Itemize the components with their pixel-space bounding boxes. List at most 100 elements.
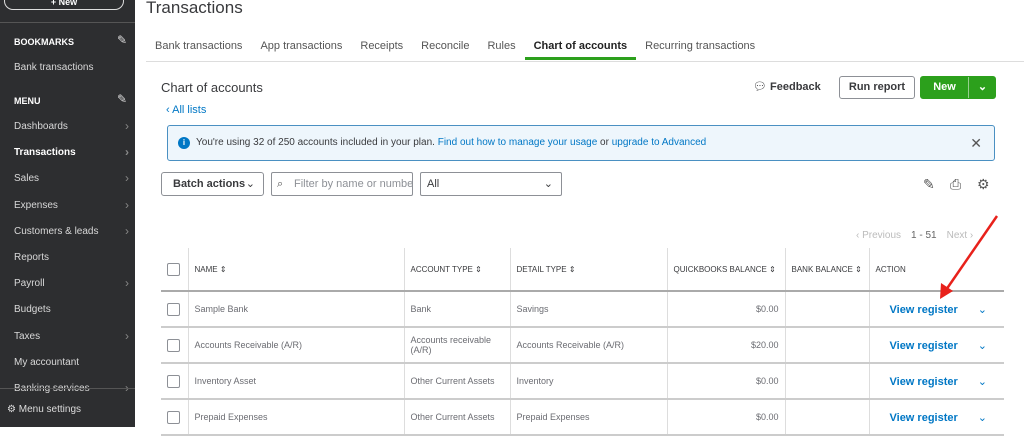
chevron-down-icon[interactable]: ⌄ — [978, 304, 987, 316]
sort-icon: ⇕ — [855, 264, 862, 274]
sidebar-item[interactable]: Taxes › — [14, 328, 129, 343]
chevron-down-icon[interactable]: ⌄ — [978, 376, 987, 388]
filter-input[interactable]: ⌕ Filter by name or number — [271, 172, 413, 196]
chevron-right-icon: › — [125, 145, 129, 160]
row-checkbox[interactable] — [167, 374, 180, 388]
action-cell: View register ⌄ — [868, 363, 1004, 400]
tab[interactable]: Bank transactions — [146, 40, 251, 60]
close-icon[interactable]: ✕ — [970, 126, 982, 160]
table-row: Inventory Asset Other Current Assets Inv… — [161, 363, 1004, 400]
menu-header[interactable]: MENU — [14, 96, 41, 106]
section-title: Chart of accounts — [161, 80, 263, 95]
chevron-right-icon: › — [125, 223, 129, 238]
select-all-checkbox[interactable] — [167, 262, 180, 276]
sort-icon: ⇕ — [475, 264, 482, 274]
sidebar-item[interactable]: Dashboards › — [14, 119, 129, 133]
view-register-link[interactable]: View register — [876, 340, 958, 352]
account-type-select[interactable]: All ⌄ — [420, 172, 562, 196]
row-checkbox[interactable] — [167, 302, 180, 316]
divider — [0, 22, 135, 23]
bank-balance — [784, 291, 869, 328]
sidebar-item-label: My accountant — [14, 356, 80, 368]
column-header[interactable]: QUICKBOOKS BALANCE ⇕ — [666, 248, 785, 292]
chevron-down-icon[interactable]: ⌄ — [969, 77, 996, 98]
prev-button[interactable]: ‹ Previous — [856, 230, 901, 241]
feedback-button[interactable]: 💬︎ Feedback — [753, 80, 821, 93]
all-lists-link[interactable]: ‹ All lists — [166, 104, 206, 116]
view-register-link[interactable]: View register — [876, 412, 958, 424]
account-type: Other Current Assets — [403, 399, 510, 436]
divider — [0, 388, 135, 389]
settings-icon[interactable]: ⚙ — [977, 176, 990, 193]
edit-bookmarks-icon[interactable]: ✎ — [117, 33, 127, 47]
sidebar-item-label: Reports — [14, 252, 50, 263]
sidebar-item-label: Payroll — [14, 278, 45, 290]
sidebar-item-label: Taxes — [14, 330, 41, 342]
menu-settings[interactable]: ⚙ Menu settings — [7, 404, 81, 415]
batch-actions-label: Batch actions — [173, 178, 246, 190]
row-checkbox[interactable] — [167, 338, 180, 352]
tab[interactable]: Chart of accounts — [524, 40, 637, 60]
sort-icon: ⇕ — [769, 264, 776, 274]
sidebar-item[interactable]: Customers & leads › — [14, 223, 129, 238]
chevron-down-icon[interactable]: ⌄ — [978, 412, 987, 424]
detail-type: Accounts Receivable (A/R) — [509, 327, 667, 364]
quickbooks-balance: $20.00 — [666, 327, 785, 364]
batch-actions-dropdown[interactable]: Batch actions ⌄ — [161, 172, 264, 196]
account-name: Inventory Asset — [187, 363, 404, 400]
banner-text: You're using 32 of 250 accounts included… — [196, 137, 438, 148]
prev-label: Previous — [862, 230, 902, 241]
view-register-link[interactable]: View register — [876, 376, 958, 388]
sidebar-item[interactable]: Reports — [14, 252, 129, 263]
tab[interactable]: Receipts — [351, 40, 412, 60]
info-icon: i — [178, 137, 190, 149]
sidebar: + New BOOKMARKS ✎ Bank transactions MENU… — [0, 0, 135, 427]
column-header[interactable]: NAME ⇕ — [187, 248, 404, 292]
edit-icon[interactable]: ✎ — [923, 176, 935, 193]
edit-menu-icon[interactable]: ✎ — [117, 92, 127, 106]
sidebar-item-label: Customers & leads — [14, 225, 99, 237]
new-button[interactable]: + New — [4, 0, 124, 10]
new-account-button[interactable]: New ⌄ — [920, 76, 996, 99]
tab[interactable]: Rules — [478, 40, 524, 60]
column-header[interactable]: DETAIL TYPE ⇕ — [509, 248, 667, 292]
select-all-cell — [161, 248, 188, 292]
chevron-right-icon: › — [125, 119, 129, 133]
bookmarks-header[interactable]: BOOKMARKS — [14, 37, 74, 47]
next-button[interactable]: Next › — [947, 230, 974, 241]
sidebar-item[interactable]: Budgets — [14, 304, 129, 315]
column-header[interactable]: ACCOUNT TYPE ⇕ — [403, 248, 510, 292]
next-label: Next — [946, 230, 968, 241]
table-row: Accounts Receivable (A/R) Accounts recei… — [161, 327, 1004, 364]
bank-balance — [784, 327, 869, 364]
upgrade-link[interactable]: upgrade to Advanced — [612, 137, 707, 148]
accounts-table: NAME ⇕ ACCOUNT TYPE ⇕ DETAIL TYPE ⇕ QUICKBO… — [161, 248, 1004, 436]
chevron-down-icon[interactable]: ⌄ — [978, 340, 987, 352]
bank-balance — [784, 363, 869, 400]
tab[interactable]: Reconcile — [412, 40, 478, 60]
tab[interactable]: App transactions — [251, 40, 351, 60]
sidebar-item[interactable]: Expenses › — [14, 197, 129, 212]
row-checkbox[interactable] — [167, 410, 180, 424]
chevron-right-icon: › — [125, 197, 129, 212]
sidebar-item[interactable]: Transactions › — [14, 145, 129, 160]
sidebar-item[interactable]: My accountant — [14, 357, 129, 368]
column-label: DETAIL TYPE — [516, 264, 567, 274]
column-header[interactable]: BANK BALANCE ⇕ — [784, 248, 869, 292]
run-report-button[interactable]: Run report — [839, 76, 915, 99]
page-title: Transactions — [146, 0, 243, 17]
view-register-link[interactable]: View register — [876, 304, 958, 316]
manage-usage-link[interactable]: Find out how to manage your usage — [438, 137, 598, 148]
sort-icon: ⇕ — [568, 264, 576, 274]
chevron-right-icon: › — [125, 276, 129, 291]
column-header: ACTION — [868, 248, 1004, 292]
chevron-right-icon: › — [125, 328, 129, 343]
bookmark-bank-transactions[interactable]: Bank transactions — [14, 62, 129, 73]
sidebar-item[interactable]: Sales › — [14, 171, 129, 185]
tab[interactable]: Recurring transactions — [636, 40, 764, 60]
feedback-label: Feedback — [770, 81, 821, 93]
print-icon[interactable]: ⎙ — [950, 176, 961, 193]
account-name: Sample Bank — [187, 291, 404, 328]
sidebar-item[interactable]: Payroll › — [14, 276, 129, 291]
gear-icon: ⚙ — [7, 404, 16, 415]
